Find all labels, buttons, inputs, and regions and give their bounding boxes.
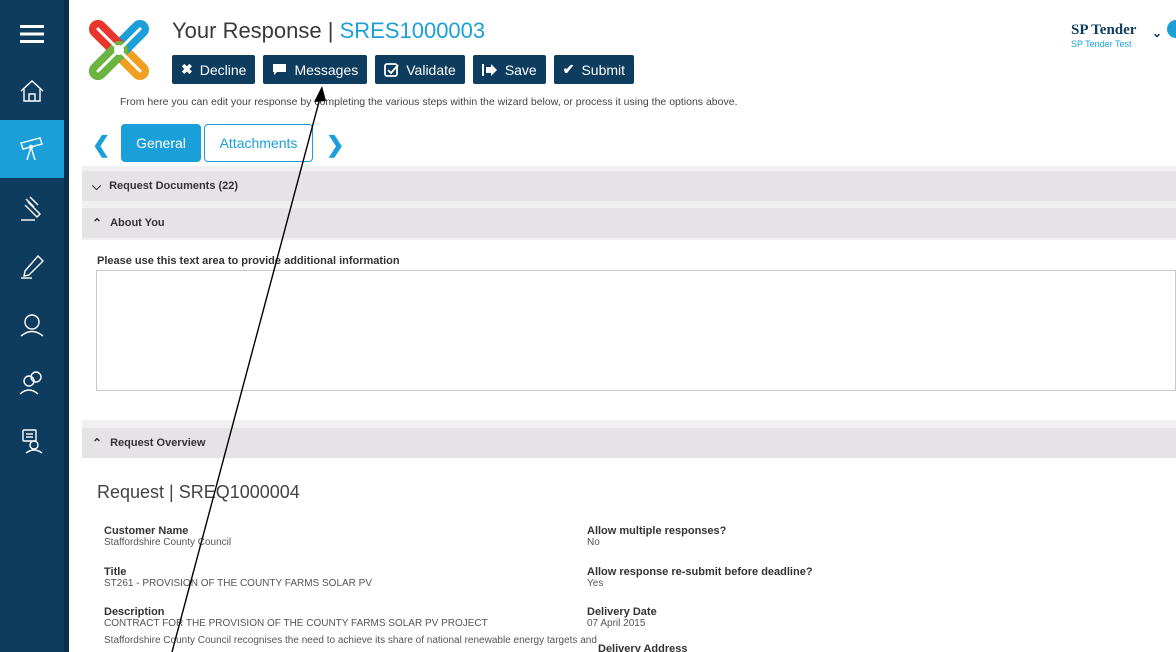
- delivery-date-value: 07 April 2015: [587, 618, 646, 629]
- textarea-label: Please use this text area to provide add…: [97, 255, 400, 267]
- sidebar-item-auctions[interactable]: [0, 180, 64, 238]
- customer-name-label: Customer Name: [104, 525, 189, 537]
- allow-multiple-field: Allow multiple responses? No: [587, 525, 726, 548]
- allow-multiple-value: No: [587, 537, 600, 548]
- chevron-down-icon[interactable]: ⌄: [1152, 26, 1162, 40]
- submit-label: Submit: [581, 61, 626, 78]
- allow-multiple-label: Allow multiple responses?: [587, 525, 727, 537]
- telescope-icon: [20, 137, 43, 161]
- panel-request-overview-label: Request Overview: [110, 437, 206, 449]
- panel-request-overview[interactable]: ⌃ Request Overview: [82, 428, 1176, 458]
- message-icon: [273, 64, 287, 75]
- chat-user-icon: [22, 429, 43, 454]
- page-title-prefix: Your Response |: [172, 18, 340, 43]
- sidebar-item-contracts[interactable]: [0, 238, 64, 296]
- help-text: From here you can edit your response by …: [120, 96, 738, 108]
- user-menu[interactable]: SP Tender SP Tender Test: [1071, 22, 1136, 49]
- pen-icon: [21, 254, 44, 279]
- response-code: SRES1000003: [339, 18, 486, 43]
- customer-name-field: Customer Name Staffordshire County Counc…: [104, 525, 231, 548]
- close-icon: ✖: [181, 61, 193, 77]
- decline-button[interactable]: ✖ Decline: [172, 55, 256, 84]
- allow-resubmit-label: Allow response re-submit before deadline…: [587, 566, 813, 578]
- wizard-tabs: ❮ General Attachments ❯: [90, 124, 350, 162]
- allow-resubmit-field: Allow response re-submit before deadline…: [587, 566, 813, 589]
- delivery-address-field: Delivery Address: [598, 643, 687, 652]
- tab-attachments[interactable]: Attachments: [204, 124, 313, 162]
- panel-about-you-label: About You: [110, 217, 165, 229]
- home-icon: [20, 80, 44, 102]
- user-icon: [20, 314, 44, 337]
- delivery-date-field: Delivery Date 07 April 2015: [587, 606, 657, 629]
- sidebar-rail: [64, 0, 69, 652]
- chevron-left-icon[interactable]: ❮: [92, 132, 110, 158]
- panel-request-documents[interactable]: ⌵ Request Documents (22): [82, 171, 1176, 201]
- panel-about-you[interactable]: ⌃ About You: [82, 208, 1176, 238]
- delivery-date-label: Delivery Date: [587, 606, 657, 618]
- save-arrow-icon: [481, 63, 497, 76]
- description-value: CONTRACT FOR THE PROVISION OF THE COUNTY…: [104, 618, 488, 629]
- validate-button[interactable]: Validate: [375, 55, 465, 84]
- sidebar-item-home[interactable]: [0, 62, 64, 120]
- sidebar-item-users[interactable]: [0, 354, 64, 412]
- allow-resubmit-value: Yes: [587, 578, 604, 589]
- title-label: Title: [104, 566, 127, 578]
- delivery-address-label: Delivery Address: [598, 643, 688, 652]
- menu-icon: [20, 25, 44, 43]
- avatar[interactable]: [1167, 20, 1176, 38]
- title-field: Title ST261 - PROVISION OF THE COUNTY FA…: [104, 566, 372, 589]
- user-name: SP Tender: [1071, 22, 1137, 38]
- tab-general[interactable]: General: [121, 124, 201, 162]
- sidebar-item-messages[interactable]: [0, 412, 64, 470]
- sidebar: [0, 0, 69, 652]
- chevron-up-icon: ⌃: [92, 436, 103, 450]
- chevron-right-icon[interactable]: ❯: [326, 132, 344, 158]
- decline-label: Decline: [199, 61, 247, 78]
- description-label: Description: [104, 606, 165, 618]
- check-square-icon: [384, 63, 399, 77]
- gavel-icon: [21, 196, 41, 221]
- customer-name-value: Staffordshire County Council: [104, 537, 232, 548]
- user-subtitle: SP Tender Test: [1071, 39, 1132, 49]
- submit-button[interactable]: ✔ Submit: [553, 55, 635, 84]
- messages-label: Messages: [294, 61, 359, 78]
- check-icon: ✔: [562, 61, 575, 77]
- save-label: Save: [504, 61, 537, 78]
- description-more: Staffordshire County Council recognises …: [104, 635, 597, 646]
- action-toolbar: ✖ Decline Messages Validate Save ✔ Submi…: [172, 55, 635, 84]
- sidebar-item-profile[interactable]: [0, 296, 64, 354]
- chevron-up-icon: ⌃: [92, 216, 103, 230]
- request-title: Request | SREQ1000004: [97, 482, 300, 502]
- sidebar-item-opportunities[interactable]: [0, 120, 64, 178]
- messages-button[interactable]: Messages: [263, 55, 368, 84]
- title-value: ST261 - PROVISION OF THE COUNTY FARMS SO…: [104, 578, 373, 589]
- page-title: Your Response | SRES1000003: [172, 18, 485, 44]
- panel-request-documents-label: Request Documents (22): [109, 180, 239, 192]
- sidebar-menu-toggle[interactable]: [0, 6, 64, 62]
- save-button[interactable]: Save: [472, 55, 546, 84]
- chevron-down-icon: ⌵: [92, 178, 102, 193]
- users-icon: [19, 371, 42, 395]
- additional-info-textarea[interactable]: [96, 270, 1176, 391]
- description-field: Description CONTRACT FOR THE PROVISION O…: [104, 606, 597, 646]
- validate-label: Validate: [406, 61, 456, 78]
- app-logo: [89, 20, 149, 80]
